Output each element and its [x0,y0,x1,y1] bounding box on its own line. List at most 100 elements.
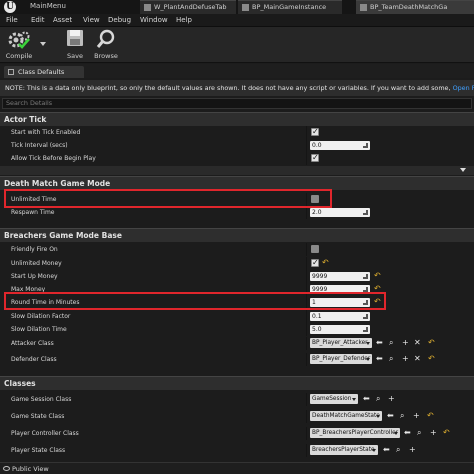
toolbar: Compile Save Browse [0,27,474,63]
tab-main-game-instance[interactable]: BP_MainGameInstance [238,0,342,14]
browse-button[interactable]: Browse [92,27,120,63]
row-slow-dilation-factor: Slow Dilation Factor 0.1 [0,310,474,323]
row-attacker-class: Attacker Class BP_Player_Attacker ⬅ ⌕ + … [0,337,474,350]
unreal-logo-icon: U [4,1,16,13]
chevron-down-icon [366,358,370,361]
row-defender-class: Defender Class BP_Player_Defender ⬅ ⌕ + … [0,353,474,366]
compile-options-chevron-down-icon[interactable] [40,42,46,46]
use-selected-arrow-icon[interactable]: ⬅ [387,411,394,421]
row-player-state-class: Player State Class BreachersPlayerState … [0,444,474,457]
drag-handle-icon[interactable] [363,327,368,332]
section-classes[interactable]: Classes [0,376,474,390]
window-title: MainMenu [30,2,66,10]
menu-window[interactable]: Window [140,16,168,24]
row-player-controller-class: Player Controller Class BP_BreachersPlay… [0,427,474,440]
blueprint-icon [360,4,367,11]
browse-magnifier-icon[interactable]: ⌕ [417,428,421,438]
section-death-match-game-mode[interactable]: Death Match Game Mode [0,176,474,190]
row-tick-interval: Tick Interval (secs) 0.0 [0,139,474,152]
compile-icon [8,31,30,49]
menu-asset[interactable]: Asset [53,16,72,24]
respawn-time-field[interactable]: 2.0 [310,208,370,217]
drag-handle-icon[interactable] [363,314,368,319]
save-icon [67,30,83,46]
browse-magnifier-icon[interactable]: ⌕ [389,354,393,364]
public-view-toggle[interactable]: Public View [0,462,474,474]
magnifier-icon [96,29,115,48]
add-plus-icon[interactable]: + [402,354,409,364]
tab-plant-and-defuse[interactable]: W_PlantAndDefuseTab [140,0,236,14]
player-state-class-dropdown[interactable]: BreachersPlayerState [310,445,378,455]
clear-x-icon[interactable]: ✕ [414,354,421,364]
reset-to-default-icon[interactable]: ↶ [428,354,435,364]
menu-view[interactable]: View [83,16,100,24]
row-friendly-fire-on: Friendly Fire On [0,243,474,256]
use-selected-arrow-icon[interactable]: ⬅ [383,445,390,455]
unlimited-money-checkbox[interactable] [311,258,319,267]
add-plus-icon[interactable]: + [430,428,437,438]
row-start-with-tick-enabled: Start with Tick Enabled [0,126,474,139]
player-controller-class-dropdown[interactable]: BP_BreachersPlayerController [310,428,400,438]
browse-magnifier-icon[interactable]: ⌕ [389,338,393,348]
search-details-input[interactable]: Search Details [2,98,472,109]
details-panel-tabbar: Class Defaults [0,64,474,78]
add-plus-icon[interactable]: + [409,445,416,455]
slow-dilation-time-field[interactable]: 5.0 [310,325,370,334]
open-full-blueprint-link[interactable]: Open Full Bl [453,84,474,92]
menu-file[interactable]: File [6,16,18,24]
game-state-class-dropdown[interactable]: DeathMatchGameState [310,411,382,421]
attacker-class-dropdown[interactable]: BP_Player_Attacker [310,338,372,348]
game-session-class-dropdown[interactable]: GameSession [310,394,358,404]
blueprint-icon [242,4,249,11]
chevron-down-icon [352,398,356,401]
tick-interval-field[interactable]: 0.0 [310,141,370,150]
add-plus-icon[interactable]: + [388,394,395,404]
use-selected-arrow-icon[interactable]: ⬅ [376,338,383,348]
start-with-tick-enabled-checkbox[interactable] [311,127,319,136]
reset-to-default-icon[interactable]: ↶ [374,271,381,281]
chevron-down-icon [460,168,466,172]
chevron-down-icon [376,415,380,418]
menu-bar: File Edit Asset View Debug Window Help [0,14,474,27]
advanced-expander[interactable] [0,166,474,175]
reset-to-default-icon[interactable]: ↶ [443,428,450,438]
drag-handle-icon[interactable] [363,210,368,215]
tab-team-deathmatch[interactable]: BP_TeamDeathMatchGa [356,0,474,14]
allow-tick-before-begin-play-checkbox[interactable] [311,153,319,162]
eye-icon [3,466,10,471]
details-icon [8,69,14,75]
drag-handle-icon[interactable] [363,274,368,279]
drag-handle-icon[interactable] [363,143,368,148]
row-allow-tick-before-begin-play: Allow Tick Before Begin Play [0,152,474,165]
use-selected-arrow-icon[interactable]: ⬅ [363,394,370,404]
add-plus-icon[interactable]: + [402,338,409,348]
tab-class-defaults[interactable]: Class Defaults [4,66,84,78]
browse-magnifier-icon[interactable]: ⌕ [400,411,404,421]
section-actor-tick[interactable]: Actor Tick [0,112,474,126]
menu-edit[interactable]: Edit [31,16,45,24]
defender-class-dropdown[interactable]: BP_Player_Defender [310,354,372,364]
row-game-session-class: Game Session Class GameSession ⬅ ⌕ + [0,393,474,406]
chevron-down-icon [372,449,376,452]
row-game-state-class: Game State Class DeathMatchGameState ⬅ ⌕… [0,410,474,423]
title-bar: U MainMenu W_PlantAndDefuseTab BP_MainGa… [0,0,474,14]
add-plus-icon[interactable]: + [413,411,420,421]
friendly-fire-checkbox[interactable] [311,245,319,253]
use-selected-arrow-icon[interactable]: ⬅ [404,428,411,438]
reset-to-default-icon[interactable]: ↶ [428,338,435,348]
start-up-money-field[interactable]: 9999 [310,272,370,281]
section-breachers-game-mode-base[interactable]: Breachers Game Mode Base [0,228,474,242]
browse-magnifier-icon[interactable]: ⌕ [376,394,380,404]
browse-magnifier-icon[interactable]: ⌕ [396,445,400,455]
compile-button[interactable]: Compile [2,27,36,63]
save-button[interactable]: Save [62,27,88,63]
slow-dilation-factor-field[interactable]: 0.1 [310,312,370,321]
highlight-round-time [4,292,386,310]
menu-debug[interactable]: Debug [108,16,131,24]
use-selected-arrow-icon[interactable]: ⬅ [376,354,383,364]
reset-to-default-icon[interactable]: ↶ [427,411,434,421]
reset-to-default-icon[interactable]: ↶ [322,258,329,268]
clear-x-icon[interactable]: ✕ [414,338,421,348]
chevron-down-icon [394,432,398,435]
menu-help[interactable]: Help [176,16,192,24]
